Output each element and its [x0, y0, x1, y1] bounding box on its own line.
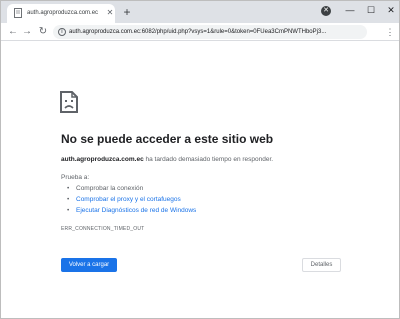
- page-title: No se puede acceder a este sitio web: [61, 132, 274, 146]
- description-text: ha tardado demasiado tiempo en responder…: [143, 156, 274, 163]
- profile-icon[interactable]: ✕: [321, 6, 331, 16]
- suggestion-run-diagnostics-link[interactable]: Ejecutar Diagnósticos de red de Windows: [76, 207, 196, 214]
- forward-arrow-icon[interactable]: →: [21, 26, 33, 38]
- menu-icon[interactable]: ⋮: [385, 26, 395, 38]
- maximize-icon[interactable]: ☐: [361, 3, 381, 17]
- suggestion-list: Comprobar la conexión Comprobar el proxy…: [67, 183, 367, 216]
- list-item: Comprobar el proxy y el cortafuegos: [67, 194, 367, 205]
- reload-icon[interactable]: ↻: [37, 26, 49, 38]
- info-icon[interactable]: i: [58, 28, 66, 36]
- new-tab-icon[interactable]: +: [121, 6, 133, 18]
- tab-auth-agroproduzca[interactable]: auth.agroproduzca.com.ec ✕: [7, 4, 115, 23]
- minimize-icon[interactable]: —: [340, 3, 360, 17]
- page-icon: [14, 8, 22, 18]
- back-arrow-icon[interactable]: ←: [7, 26, 19, 38]
- try-label: Prueba a:: [61, 174, 90, 181]
- toolbar: ← → ↻ i auth.agroproduzca.com.ec:6082/ph…: [1, 23, 399, 41]
- reload-button[interactable]: Volver a cargar: [61, 258, 117, 272]
- host-name: auth.agroproduzca.com.ec: [61, 156, 144, 163]
- tab-title: auth.agroproduzca.com.ec: [27, 10, 99, 16]
- window-close-icon[interactable]: ✕: [381, 3, 399, 17]
- tab-close-icon[interactable]: ✕: [105, 8, 115, 18]
- tab-strip: auth.agroproduzca.com.ec ✕ + ✕ — ☐ ✕: [1, 1, 399, 23]
- details-button[interactable]: Detalles: [302, 258, 341, 272]
- list-item: Ejecutar Diagnósticos de red de Windows: [67, 205, 367, 216]
- browser-window: auth.agroproduzca.com.ec ✕ + ✕ — ☐ ✕ ← →…: [0, 0, 400, 319]
- suggestion-check-connection: Comprobar la conexión: [76, 185, 144, 192]
- list-item: Comprobar la conexión: [67, 183, 367, 194]
- address-bar[interactable]: i auth.agroproduzca.com.ec:6082/php/uid.…: [53, 25, 367, 39]
- error-code: ERR_CONNECTION_TIMED_OUT: [61, 226, 145, 232]
- suggestion-check-proxy-link[interactable]: Comprobar el proxy y el cortafuegos: [76, 196, 181, 203]
- error-description: auth.agroproduzca.com.ec ha tardado dema…: [61, 155, 381, 164]
- sad-page-icon: [60, 91, 78, 113]
- error-page: No se puede acceder a este sitio web aut…: [1, 42, 399, 318]
- url-text[interactable]: auth.agroproduzca.com.ec:6082/php/uid.ph…: [69, 28, 361, 36]
